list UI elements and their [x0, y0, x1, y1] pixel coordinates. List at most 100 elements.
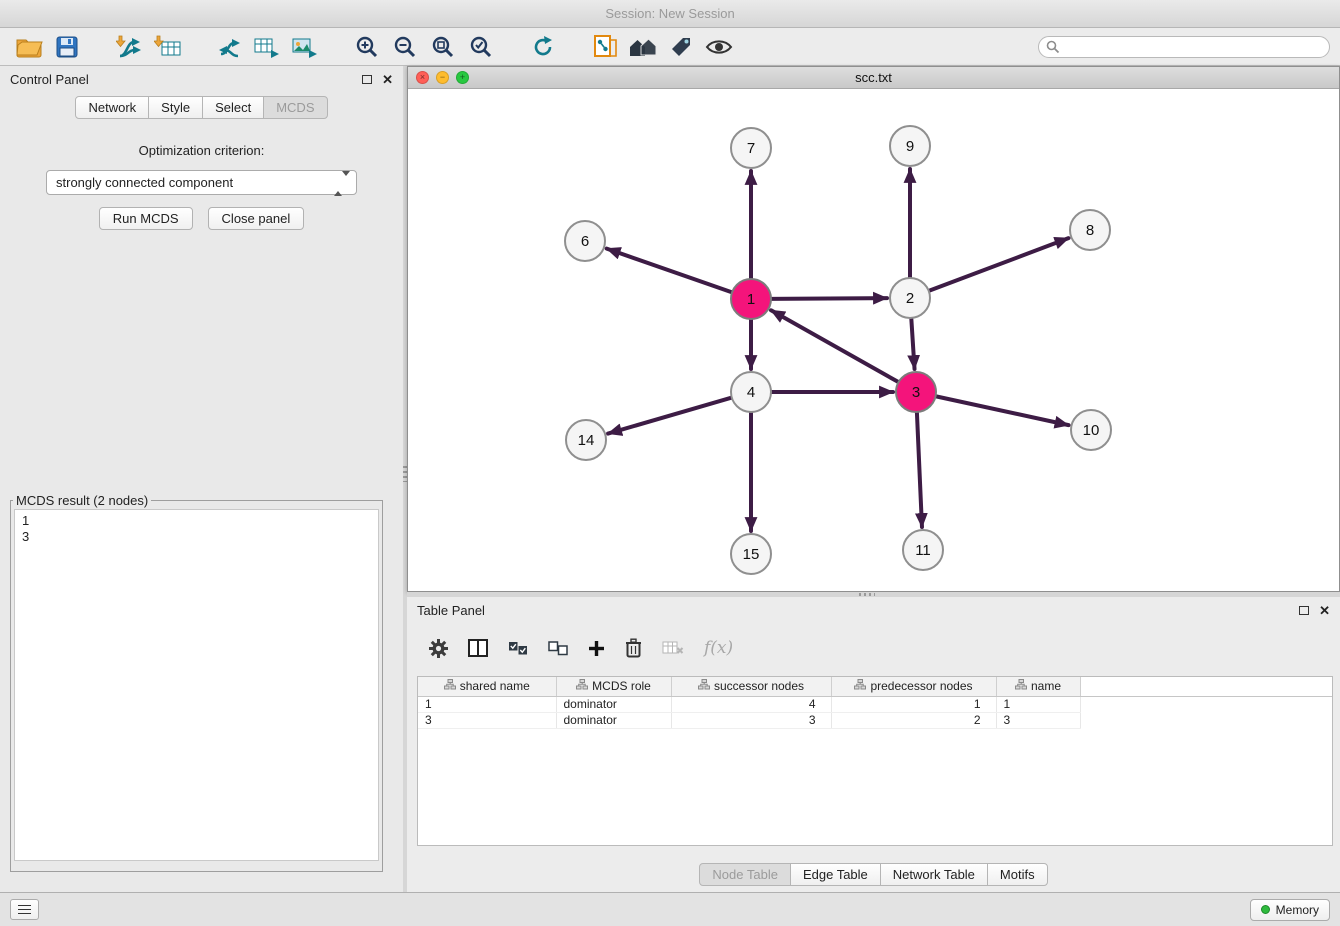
graph-edge-3-11[interactable]	[917, 412, 922, 527]
unselect-all-button[interactable]	[548, 641, 568, 656]
graph-node-8[interactable]: 8	[1070, 210, 1110, 250]
graph-node-4[interactable]: 4	[731, 372, 771, 412]
table-cell[interactable]: 1	[996, 696, 1080, 712]
home-button[interactable]	[624, 31, 662, 63]
table-tab-node-table[interactable]: Node Table	[699, 863, 791, 886]
graph-edge-1-2[interactable]	[771, 298, 887, 299]
export-network-icon	[217, 35, 242, 59]
search-input[interactable]	[1038, 36, 1330, 58]
table-cell[interactable]: dominator	[556, 696, 671, 712]
style-tag-button[interactable]	[662, 31, 700, 63]
run-mcds-button[interactable]: Run MCDS	[99, 207, 193, 230]
import-table-button[interactable]	[148, 31, 186, 63]
window-titlebar[interactable]: Session: New Session	[0, 0, 1340, 28]
column-hierarchy-icon	[576, 679, 588, 690]
graph-edge-3-1[interactable]	[771, 310, 899, 382]
trash-icon	[625, 638, 642, 658]
network-canvas[interactable]: 7 9 6 8 1 2 4 3 14 10 15 11	[408, 89, 1339, 591]
column-header-predecessor-nodes[interactable]: predecessor nodes	[831, 677, 996, 696]
column-header-successor-nodes[interactable]: successor nodes	[671, 677, 831, 696]
optimization-criterion-label: Optimization criterion:	[0, 143, 403, 158]
main-toolbar	[0, 28, 1340, 66]
tab-mcds[interactable]: MCDS	[263, 96, 327, 119]
columns-icon	[468, 639, 488, 657]
close-panel-icon[interactable]: ✕	[382, 73, 393, 86]
minimize-window-button[interactable]: −	[436, 71, 449, 84]
export-network-button[interactable]	[210, 31, 248, 63]
show-details-button[interactable]	[700, 31, 738, 63]
graph-edge-3-10[interactable]	[936, 396, 1069, 425]
status-menu-button[interactable]	[10, 899, 39, 920]
function-builder-button[interactable]: f(x)	[704, 638, 733, 658]
graph-node-label: 6	[581, 233, 589, 250]
graph-node-7[interactable]: 7	[731, 128, 771, 168]
graph-edge-2-3[interactable]	[911, 318, 914, 369]
table-cell[interactable]: 3	[996, 712, 1080, 728]
open-session-button[interactable]	[10, 31, 48, 63]
table-cell[interactable]: 3	[418, 712, 556, 728]
search-icon	[1046, 40, 1060, 57]
table-mode-button[interactable]	[429, 639, 448, 658]
table-tab-network-table[interactable]: Network Table	[880, 863, 988, 886]
float-panel-icon[interactable]	[1299, 606, 1309, 615]
zoom-in-button[interactable]	[348, 31, 386, 63]
export-image-button[interactable]	[286, 31, 324, 63]
graph-edge-4-14[interactable]	[608, 398, 732, 434]
table-row[interactable]: 3dominator323	[418, 712, 1332, 728]
select-all-button[interactable]	[508, 641, 528, 656]
graph-edge-1-6[interactable]	[607, 249, 732, 293]
save-session-button[interactable]	[48, 31, 86, 63]
column-hierarchy-icon	[444, 679, 456, 690]
close-window-button[interactable]: ×	[416, 71, 429, 84]
tab-select[interactable]: Select	[202, 96, 264, 119]
mcds-result-title: MCDS result (2 nodes)	[13, 493, 151, 508]
column-header-mcds-role[interactable]: MCDS role	[556, 677, 671, 696]
table-cell[interactable]: 1	[418, 696, 556, 712]
column-header-shared-name[interactable]: shared name	[418, 677, 556, 696]
create-column-button[interactable]	[588, 640, 605, 657]
export-table-button[interactable]	[248, 31, 286, 63]
show-columns-button[interactable]	[468, 639, 488, 657]
table-row[interactable]: 1dominator411	[418, 696, 1332, 712]
close-panel-icon[interactable]: ✕	[1319, 604, 1330, 617]
close-panel-button[interactable]: Close panel	[208, 207, 305, 230]
table-cell[interactable]: 1	[831, 696, 996, 712]
tab-network[interactable]: Network	[75, 96, 149, 119]
mcds-result-list[interactable]: 13	[14, 509, 379, 861]
graph-node-10[interactable]: 10	[1071, 410, 1111, 450]
graph-node-3[interactable]: 3	[896, 372, 936, 412]
tab-style[interactable]: Style	[148, 96, 203, 119]
network-window-titlebar[interactable]: × − + scc.txt	[408, 67, 1339, 89]
graph-node-15[interactable]: 15	[731, 534, 771, 574]
hamburger-icon	[18, 903, 31, 917]
apply-layout-button[interactable]	[524, 31, 562, 63]
table-tab-edge-table[interactable]: Edge Table	[790, 863, 881, 886]
zoom-in-icon	[355, 35, 379, 59]
column-header-name[interactable]: name	[996, 677, 1080, 696]
table-cell[interactable]: 3	[671, 712, 831, 728]
table-cell[interactable]: dominator	[556, 712, 671, 728]
graph-node-9[interactable]: 9	[890, 126, 930, 166]
zoom-window-button[interactable]: +	[456, 71, 469, 84]
graph-node-2[interactable]: 2	[890, 278, 930, 318]
import-network-button[interactable]	[110, 31, 148, 63]
float-panel-icon[interactable]	[362, 75, 372, 84]
graph-node-6[interactable]: 6	[565, 221, 605, 261]
zoom-out-button[interactable]	[386, 31, 424, 63]
graph-node-14[interactable]: 14	[566, 420, 606, 460]
zoom-fit-button[interactable]	[424, 31, 462, 63]
delete-column-button[interactable]	[625, 638, 642, 658]
graph-node-label: 3	[912, 384, 920, 401]
optimization-criterion-dropdown[interactable]: strongly connected component	[46, 170, 357, 195]
graph-node-1[interactable]: 1	[731, 279, 771, 319]
network-document-button[interactable]	[586, 31, 624, 63]
graph-node-11[interactable]: 11	[903, 530, 943, 570]
table-cell[interactable]: 2	[831, 712, 996, 728]
table-cell[interactable]: 4	[671, 696, 831, 712]
delete-table-button[interactable]	[662, 640, 684, 656]
memory-button[interactable]: Memory	[1250, 899, 1330, 921]
table-tab-motifs[interactable]: Motifs	[987, 863, 1048, 886]
graph-edge-2-8[interactable]	[929, 238, 1069, 291]
graph-node-label: 8	[1086, 222, 1094, 239]
zoom-selected-button[interactable]	[462, 31, 500, 63]
